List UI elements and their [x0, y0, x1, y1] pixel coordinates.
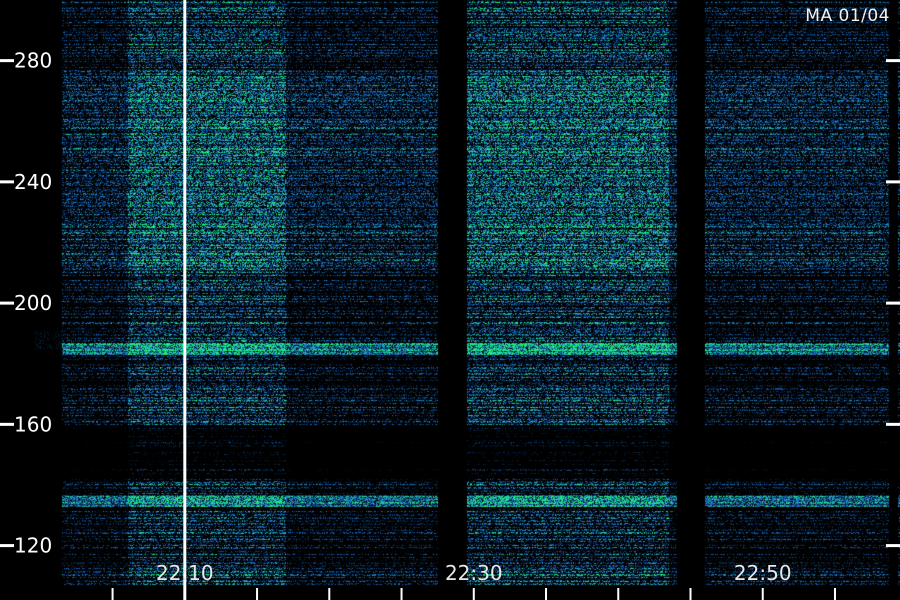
station-stamp: MA 01/04 — [805, 6, 890, 26]
x-tick-label: 22:50 — [734, 561, 792, 585]
y-tick-label: 120 — [14, 534, 52, 558]
y-tick-label: 160 — [14, 412, 52, 436]
x-tick-label: 22:10 — [156, 561, 214, 585]
axes-overlay: 280 240 200 160 120 22:10 22:30 22:50 — [0, 0, 900, 600]
x-tick-label: 22:30 — [445, 561, 503, 585]
y-tick-label: 240 — [14, 170, 52, 194]
y-tick-label: 200 — [14, 291, 52, 315]
y-tick-label: 280 — [14, 49, 52, 73]
